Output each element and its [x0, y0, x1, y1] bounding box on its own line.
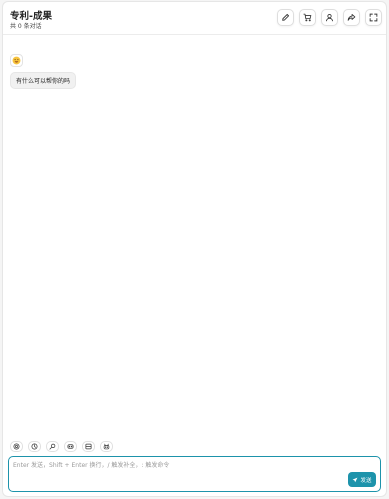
user-icon	[325, 13, 334, 22]
prompt-button[interactable]	[46, 441, 59, 452]
theme-button[interactable]	[28, 441, 41, 452]
conversation-count: 共 0 条对话	[10, 23, 42, 30]
page-title: 专利-成果	[10, 11, 52, 22]
settings-button[interactable]	[10, 441, 23, 452]
layout-button[interactable]	[82, 441, 95, 452]
send-button[interactable]: 发送	[348, 472, 376, 487]
message-input-area: 发送	[8, 456, 381, 492]
send-icon	[353, 477, 358, 482]
mask-button[interactable]	[64, 441, 77, 452]
user-button[interactable]	[321, 9, 338, 26]
input-toolbar	[10, 441, 113, 452]
edit-button[interactable]	[277, 9, 294, 26]
edit-icon	[282, 13, 290, 21]
smile-emoji-icon	[12, 56, 21, 65]
settings-icon	[13, 443, 20, 450]
robot-button[interactable]	[100, 441, 113, 452]
prompt-icon	[49, 443, 56, 450]
mask-icon	[67, 444, 74, 449]
share-icon	[347, 13, 356, 21]
share-button[interactable]	[343, 9, 360, 26]
header-actions	[277, 9, 382, 26]
theme-icon	[31, 443, 38, 450]
message-list: 有什么可以帮你的吗	[3, 36, 386, 436]
send-button-label: 发送	[360, 477, 372, 484]
cart-icon	[303, 13, 312, 22]
message-bubble: 有什么可以帮你的吗	[10, 72, 77, 89]
chat-window: 专利-成果 共 0 条对话 有什么可以帮你的吗 Enter 发送，Shift +…	[2, 1, 387, 497]
fullscreen-icon	[369, 13, 378, 22]
fullscreen-button[interactable]	[365, 9, 382, 26]
message-input[interactable]	[13, 460, 343, 486]
robot-icon	[103, 443, 110, 450]
bot-avatar	[10, 54, 23, 67]
chat-header: 专利-成果 共 0 条对话	[3, 2, 386, 35]
cart-button[interactable]	[299, 9, 316, 26]
layout-icon	[85, 443, 92, 450]
